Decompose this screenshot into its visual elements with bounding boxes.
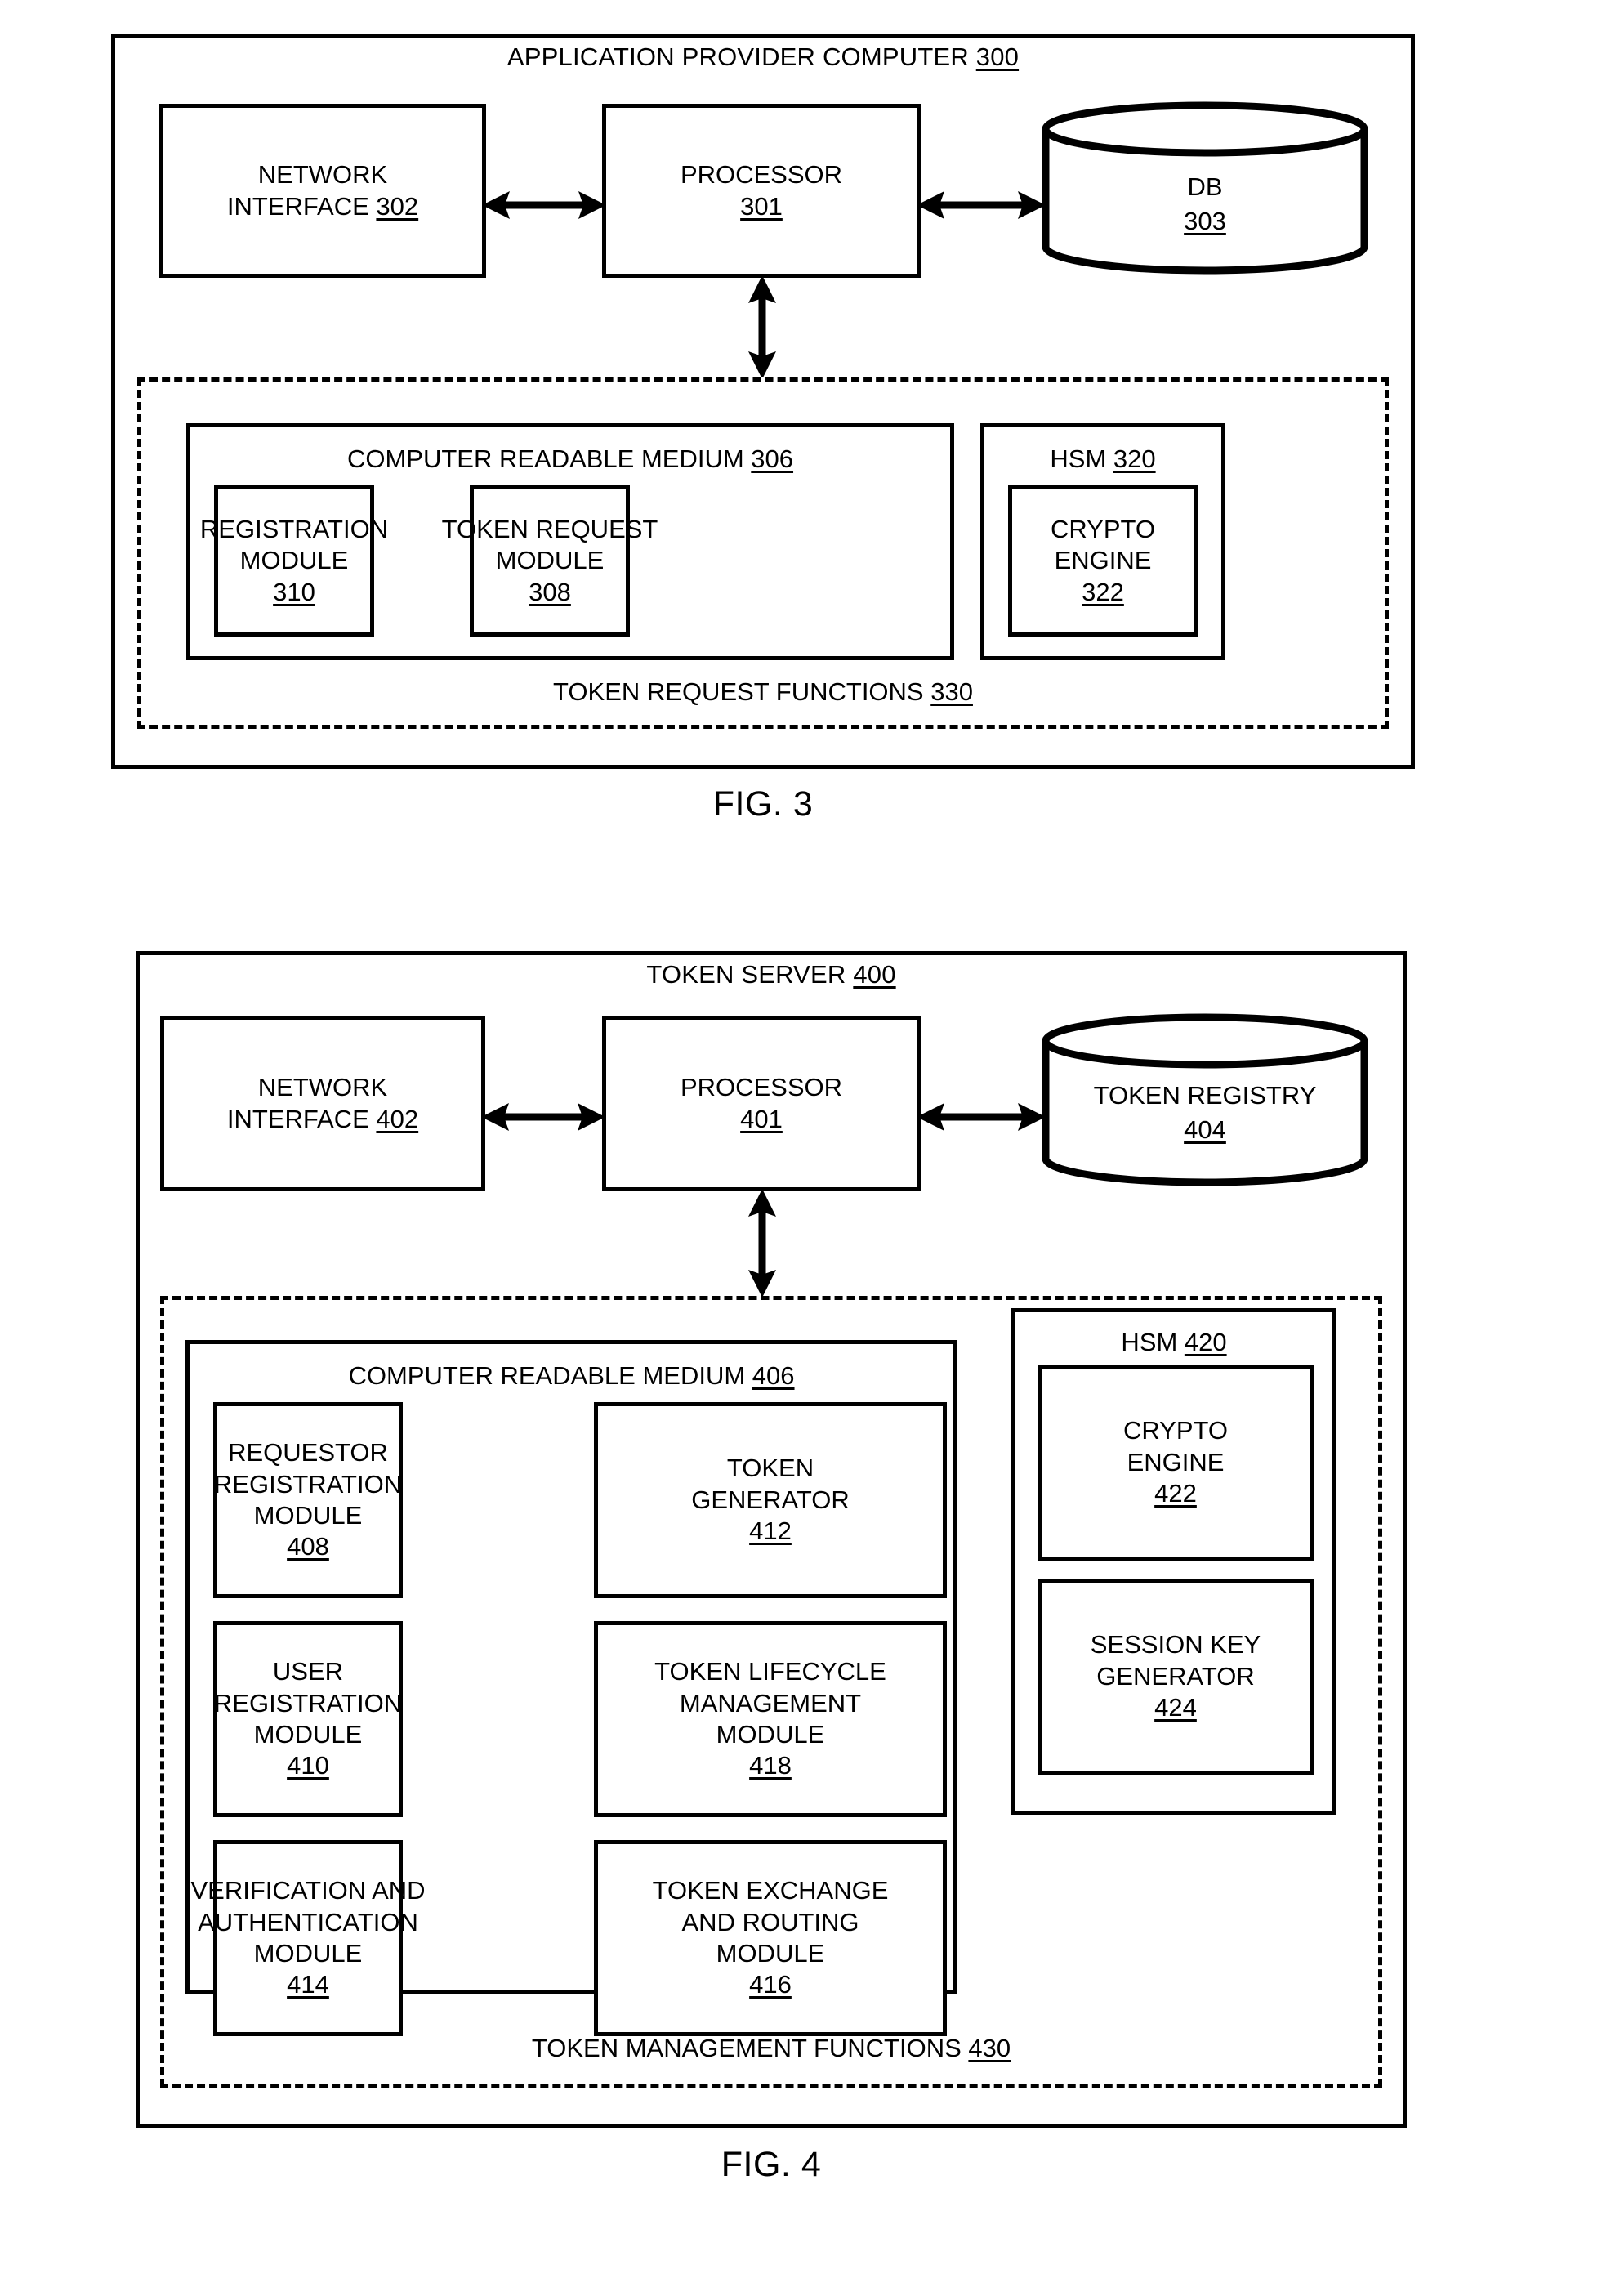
fig4-crm-heading: COMPUTER READABLE MEDIUM 406	[348, 1361, 795, 1390]
fig4-mod424-line1: SESSION KEY	[1090, 1630, 1261, 1659]
fig3-processor-ref: 301	[740, 191, 783, 221]
fig4-registry-text: TOKEN REGISTRY 404	[1042, 1079, 1368, 1147]
fig4-requestor-registration-module-408: REQUESTOR REGISTRATION MODULE 408	[213, 1402, 403, 1598]
fig4-network-interface-line1: NETWORK	[257, 1073, 388, 1102]
fig4-user-registration-module-410: USER REGISTRATION MODULE 410	[213, 1621, 403, 1817]
fig3-dashed-footer: TOKEN REQUEST FUNCTIONS 330	[141, 677, 1385, 707]
fig4-processor-ref: 401	[740, 1104, 783, 1133]
fig3-mod308-line1: TOKEN REQUEST	[441, 514, 658, 543]
fig3-mod308-ref: 308	[529, 577, 571, 606]
fig4-mod416-ref: 416	[749, 1970, 792, 1999]
fig3-mod310-line2: MODULE	[239, 546, 349, 575]
fig3-crypto-engine-322: CRYPTO ENGINE 322	[1008, 485, 1198, 637]
fig4-frame-title: TOKEN SERVER 400	[136, 960, 1407, 989]
fig4-network-interface-line2: INTERFACE 402	[226, 1104, 419, 1133]
fig4-mod414-line3: MODULE	[253, 1939, 363, 1968]
fig4-mod416-line2: AND ROUTING	[681, 1907, 859, 1936]
fig3-network-interface-line2: INTERFACE 302	[226, 191, 419, 221]
fig3-dashed-footer-label: TOKEN REQUEST FUNCTIONS	[553, 677, 931, 706]
fig4-mod408-line1: REQUESTOR	[228, 1438, 388, 1467]
fig4-mod424-ref: 424	[1154, 1693, 1197, 1722]
fig3-frame-title: APPLICATION PROVIDER COMPUTER 300	[111, 42, 1415, 72]
fig4-session-key-generator-424: SESSION KEY GENERATOR 424	[1038, 1579, 1314, 1775]
fig4-mod408-line3: MODULE	[253, 1501, 363, 1530]
fig3-network-interface-box: NETWORK INTERFACE 302	[159, 104, 486, 278]
fig4-mod414-line1: VERIFICATION AND	[190, 1876, 426, 1905]
fig4-token-generator-412: TOKEN GENERATOR 412	[594, 1402, 947, 1598]
fig4-mod410-line1: USER	[272, 1657, 344, 1686]
fig4-mod416-line3: MODULE	[716, 1939, 825, 1968]
fig4-mod422-ref: 422	[1154, 1479, 1197, 1508]
fig4-dashed-footer-ref: 430	[968, 2034, 1011, 2062]
fig4-mod414-line2: AUTHENTICATION	[198, 1907, 418, 1936]
fig4-mod412-ref: 412	[749, 1517, 792, 1546]
fig3-title-ref: 300	[975, 42, 1020, 71]
fig4-arrow-ni-processor	[481, 1098, 605, 1136]
fig3-network-interface-line1: NETWORK	[257, 160, 388, 190]
fig3-mod322-ref: 322	[1082, 577, 1124, 606]
fig4-mod412-line2: GENERATOR	[691, 1485, 850, 1514]
fig4-mod422-line1: CRYPTO	[1122, 1416, 1229, 1445]
fig4-arrow-processor-registry	[917, 1098, 1046, 1136]
fig3-crm-heading: COMPUTER READABLE MEDIUM 306	[346, 444, 794, 473]
fig4-mod418-line1: TOKEN LIFECYCLE	[654, 1657, 886, 1686]
fig4-token-exchange-routing-module-416: TOKEN EXCHANGE AND ROUTING MODULE 416	[594, 1840, 947, 2036]
fig3-arrow-processor-functions	[742, 275, 783, 379]
fig3-arrow-ni-processor	[482, 186, 606, 224]
fig3-title-label: APPLICATION PROVIDER COMPUTER	[506, 42, 976, 71]
fig4-crypto-engine-422: CRYPTO ENGINE 422	[1038, 1365, 1314, 1561]
fig4-title-ref: 400	[853, 960, 896, 989]
fig3-mod322-line2: ENGINE	[1054, 546, 1152, 575]
fig4-processor-line1: PROCESSOR	[680, 1073, 843, 1102]
fig4-mod414-ref: 414	[287, 1970, 329, 1999]
fig4-mod410-line3: MODULE	[253, 1720, 363, 1749]
fig3-mod310-line1: REGISTRATION	[199, 514, 389, 543]
fig3-hsm-heading: HSM 320	[1050, 444, 1156, 473]
fig3-mod310-ref: 310	[273, 577, 315, 606]
fig3-db-ref: 303	[1184, 206, 1226, 235]
fig4-verification-authentication-module-414: VERIFICATION AND AUTHENTICATION MODULE 4…	[190, 1840, 426, 2036]
fig4-mod418-line3: MODULE	[716, 1720, 825, 1749]
fig4-title-label: TOKEN SERVER	[646, 960, 854, 989]
fig4-processor-box: PROCESSOR 401	[602, 1016, 921, 1191]
fig3-processor-line1: PROCESSOR	[680, 160, 843, 190]
fig4-mod416-line1: TOKEN EXCHANGE	[652, 1876, 889, 1905]
fig4-mod408-ref: 408	[287, 1532, 329, 1561]
fig4-mod422-line2: ENGINE	[1127, 1447, 1225, 1476]
fig4-token-registry-cylinder: TOKEN REGISTRY 404	[1042, 1013, 1368, 1186]
fig4-dashed-footer: TOKEN MANAGEMENT FUNCTIONS 430	[164, 2034, 1378, 2063]
fig3-registration-module-310: REGISTRATION MODULE 310	[200, 485, 388, 637]
fig3-mod322-line1: CRYPTO	[1050, 514, 1156, 543]
fig3-arrow-processor-db	[917, 186, 1046, 224]
fig3-dashed-footer-ref: 330	[930, 677, 973, 706]
fig4-registry-line1: TOKEN REGISTRY	[1093, 1081, 1317, 1110]
fig4-caption: FIG. 4	[721, 2145, 822, 2184]
fig4-mod410-line2: REGISTRATION	[213, 1688, 403, 1718]
fig3-processor-box: PROCESSOR 301	[602, 104, 921, 278]
fig4-mod408-line2: REGISTRATION	[213, 1469, 403, 1499]
fig4-network-interface-box: NETWORK INTERFACE 402	[160, 1016, 485, 1191]
fig4-arrow-processor-functions	[742, 1189, 783, 1298]
fig4-mod424-line2: GENERATOR	[1096, 1661, 1255, 1691]
fig4-mod418-line2: MANAGEMENT	[679, 1688, 862, 1718]
fig3-caption: FIG. 3	[712, 784, 814, 824]
fig3-db-cylinder: DB 303	[1042, 101, 1368, 275]
fig3-token-request-module-308: TOKEN REQUEST MODULE 308	[442, 485, 658, 637]
fig4-mod412-line1: TOKEN	[726, 1454, 814, 1483]
fig4-dashed-footer-label: TOKEN MANAGEMENT FUNCTIONS	[531, 2034, 969, 2062]
fig4-registry-ref: 404	[1184, 1114, 1226, 1144]
fig3-mod308-line2: MODULE	[495, 546, 605, 575]
fig3-db-line1: DB	[1187, 172, 1223, 201]
fig4-mod418-ref: 418	[749, 1751, 792, 1780]
fig4-mod410-ref: 410	[287, 1751, 329, 1780]
fig3-db-text: DB 303	[1042, 170, 1368, 239]
fig4-hsm-heading: HSM 420	[1121, 1328, 1227, 1356]
fig4-token-lifecycle-management-module-418: TOKEN LIFECYCLE MANAGEMENT MODULE 418	[594, 1621, 947, 1817]
